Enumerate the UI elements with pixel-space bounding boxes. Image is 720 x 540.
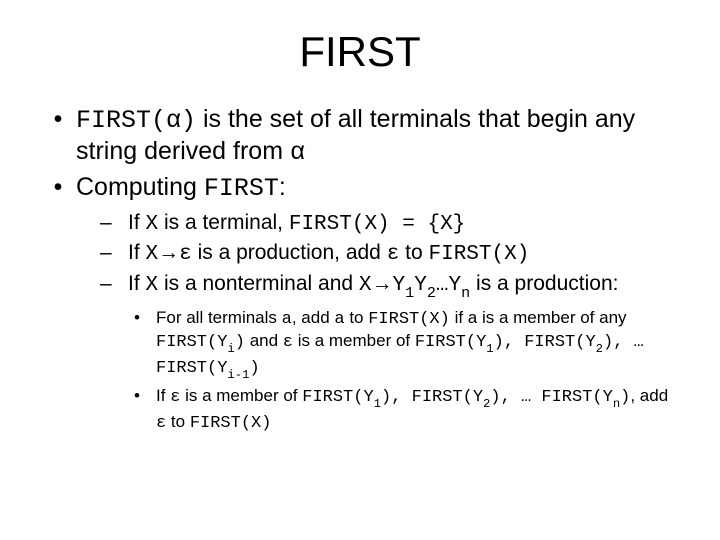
bullet-marker: •: [40, 172, 76, 204]
bullet-2-pre: Computing: [76, 173, 204, 201]
t: ), FIRST(Y: [494, 333, 596, 352]
t: 2: [483, 397, 490, 411]
bullet-1-content: FIRST(α) is the set of all terminals tha…: [76, 104, 680, 168]
t: i: [227, 342, 234, 356]
t: X: [146, 213, 159, 236]
t: If: [128, 241, 146, 264]
t: , add: [292, 308, 335, 327]
t: ε: [283, 333, 293, 352]
subsub-bullet-list: • For all terminals a, add a to FIRST(X)…: [40, 307, 680, 435]
t: If: [156, 386, 170, 405]
t: X: [359, 274, 372, 297]
t: 1: [486, 342, 493, 356]
bullet-2: • Computing FIRST:: [40, 172, 680, 204]
slide-title: FIRST: [40, 28, 680, 76]
sub-1-content: If X is a terminal, FIRST(X) = {X}: [128, 210, 680, 238]
t: FIRST(Y: [302, 388, 373, 407]
t: n: [461, 284, 470, 302]
arrow-icon: →: [372, 272, 393, 295]
sub-bullet-list: – If X is a terminal, FIRST(X) = {X} – I…: [40, 210, 680, 301]
t: is a member of: [180, 386, 302, 405]
t: ), … FIRST(Y: [490, 388, 612, 407]
bullet-2-post: :: [279, 173, 286, 201]
t: to: [345, 308, 369, 327]
t: a: [334, 310, 344, 329]
t: If: [128, 211, 146, 234]
sub-3: – If X is a nonterminal and X→Y1Y2…Yn is…: [96, 271, 680, 301]
t: is a production:: [470, 272, 618, 295]
t: FIRST(X) = {X}: [289, 213, 465, 236]
t: is a nonterminal and: [158, 272, 359, 295]
t: FIRST(X): [429, 243, 530, 266]
t: 2: [596, 342, 603, 356]
main-bullet-list: • FIRST(α) is the set of all terminals t…: [40, 104, 680, 204]
subsub-2: • If ε is a member of FIRST(Y1), FIRST(Y…: [132, 385, 680, 434]
t: is a production, add: [192, 241, 387, 264]
dot-marker: •: [132, 307, 156, 382]
subsub-2-content: If ε is a member of FIRST(Y1), FIRST(Y2)…: [156, 385, 680, 434]
sub-2-content: If X→ε is a production, add ε to FIRST(X…: [128, 240, 680, 268]
t: FIRST(Y: [415, 333, 486, 352]
t: Y: [414, 274, 427, 297]
t: 1: [405, 284, 414, 302]
t: …Y: [436, 274, 461, 297]
t: ε: [179, 243, 192, 266]
t: X: [146, 243, 159, 266]
t: ): [235, 333, 245, 352]
t: if a is a member of any: [450, 308, 627, 327]
bullet-1-alpha: α: [290, 138, 305, 167]
t: Y: [393, 274, 406, 297]
bullet-2-mono: FIRST: [204, 174, 279, 203]
t: i-1: [227, 368, 249, 382]
t: FIRST(X): [190, 414, 272, 433]
t: to: [166, 412, 190, 431]
dash-marker: –: [96, 271, 128, 301]
t: ε: [170, 388, 180, 407]
bullet-marker: •: [40, 104, 76, 168]
t: ): [620, 388, 630, 407]
t: ): [249, 359, 259, 378]
sub-1: – If X is a terminal, FIRST(X) = {X}: [96, 210, 680, 238]
t: to: [399, 241, 428, 264]
t: ε: [387, 243, 400, 266]
sub-3-content: If X is a nonterminal and X→Y1Y2…Yn is a…: [128, 271, 680, 301]
t: 2: [427, 284, 436, 302]
t: For all terminals: [156, 308, 282, 327]
bullet-2-content: Computing FIRST:: [76, 172, 680, 204]
t: is a member of: [293, 331, 415, 350]
subsub-1: • For all terminals a, add a to FIRST(X)…: [132, 307, 680, 382]
t: n: [613, 397, 620, 411]
dash-marker: –: [96, 210, 128, 238]
t: ε: [156, 414, 166, 433]
t: ), FIRST(Y: [381, 388, 483, 407]
t: is a terminal,: [158, 211, 289, 234]
t: X: [146, 274, 159, 297]
bullet-1: • FIRST(α) is the set of all terminals t…: [40, 104, 680, 168]
t: FIRST(X): [368, 310, 450, 329]
sub-2: – If X→ε is a production, add ε to FIRST…: [96, 240, 680, 268]
subsub-1-content: For all terminals a, add a to FIRST(X) i…: [156, 307, 680, 382]
t: 1: [374, 397, 381, 411]
t: a: [282, 310, 292, 329]
t: FIRST(Y: [156, 333, 227, 352]
bullet-1-mono: FIRST(α): [76, 106, 196, 135]
t: and: [245, 331, 283, 350]
dot-marker: •: [132, 385, 156, 434]
t: , add: [630, 386, 668, 405]
dash-marker: –: [96, 240, 128, 268]
arrow-icon: →: [158, 241, 179, 264]
t: If: [128, 272, 146, 295]
